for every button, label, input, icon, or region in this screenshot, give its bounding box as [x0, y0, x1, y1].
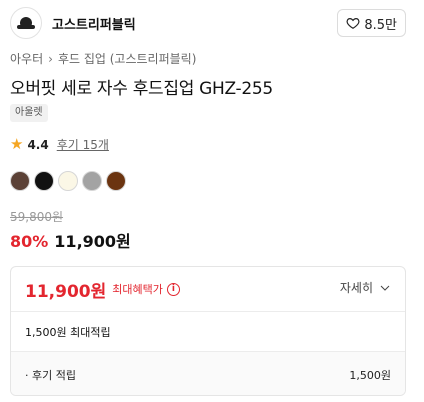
original-price: 59,800원 — [10, 210, 64, 224]
chevron-down-icon — [380, 285, 390, 291]
chevron-right-icon: › — [48, 51, 53, 66]
breadcrumb: 아우터 › 후드 집업 (고스트리퍼블릭) — [10, 50, 196, 67]
like-count: 8.5만 — [364, 17, 397, 33]
brand-logo[interactable] — [10, 7, 42, 39]
discount-rate: 80% — [10, 232, 49, 251]
total-points: 1,500원 최대적립 — [11, 311, 405, 351]
color-swatch[interactable] — [34, 171, 54, 191]
color-swatch[interactable] — [82, 171, 102, 191]
point-item-value: 1,500원 — [349, 368, 391, 382]
color-swatches — [10, 171, 126, 191]
benefit-price: 11,900원 — [25, 281, 107, 302]
detail-button-label: 자세히 — [339, 281, 373, 295]
rating-value: 4.4 — [27, 137, 49, 152]
heart-icon — [346, 18, 360, 29]
point-item-label: · 후기 적립 — [25, 368, 76, 382]
benefit-label: 최대혜택가 — [112, 283, 163, 296]
brand-header: 고스트리퍼블릭 8.5만 — [10, 5, 406, 41]
breadcrumb-subcategory[interactable]: 후드 집업 (고스트리퍼블릭) — [58, 50, 196, 67]
product-title: 오버핏 세로 자수 후드집업 GHZ-255 — [10, 79, 273, 99]
sale-price: 11,900원 — [54, 232, 131, 251]
point-item: · 후기 적립 1,500원 — [11, 351, 405, 395]
rating-row: ★ 4.4 후기 15개 — [10, 136, 109, 153]
like-button[interactable]: 8.5만 — [337, 9, 406, 37]
outlet-tag: 아울렛 — [10, 104, 48, 122]
benefit-box: 11,900원 최대혜택가 i 자세히 1,500원 최대적립 · 후기 적립 … — [10, 266, 406, 396]
review-link[interactable]: 후기 15개 — [57, 136, 109, 153]
color-swatch[interactable] — [10, 171, 30, 191]
breadcrumb-category[interactable]: 아우터 — [10, 50, 43, 67]
star-icon: ★ — [10, 135, 24, 153]
price-row: 80% 11,900원 — [10, 228, 131, 252]
color-swatch[interactable] — [106, 171, 126, 191]
info-icon[interactable]: i — [166, 282, 180, 296]
benefit-header: 11,900원 최대혜택가 i 자세히 — [11, 267, 405, 311]
brand-name[interactable]: 고스트리퍼블릭 — [52, 14, 136, 33]
detail-button[interactable]: 자세히 — [340, 279, 391, 296]
color-swatch[interactable] — [58, 171, 78, 191]
brand-logo-mark — [17, 17, 35, 29]
